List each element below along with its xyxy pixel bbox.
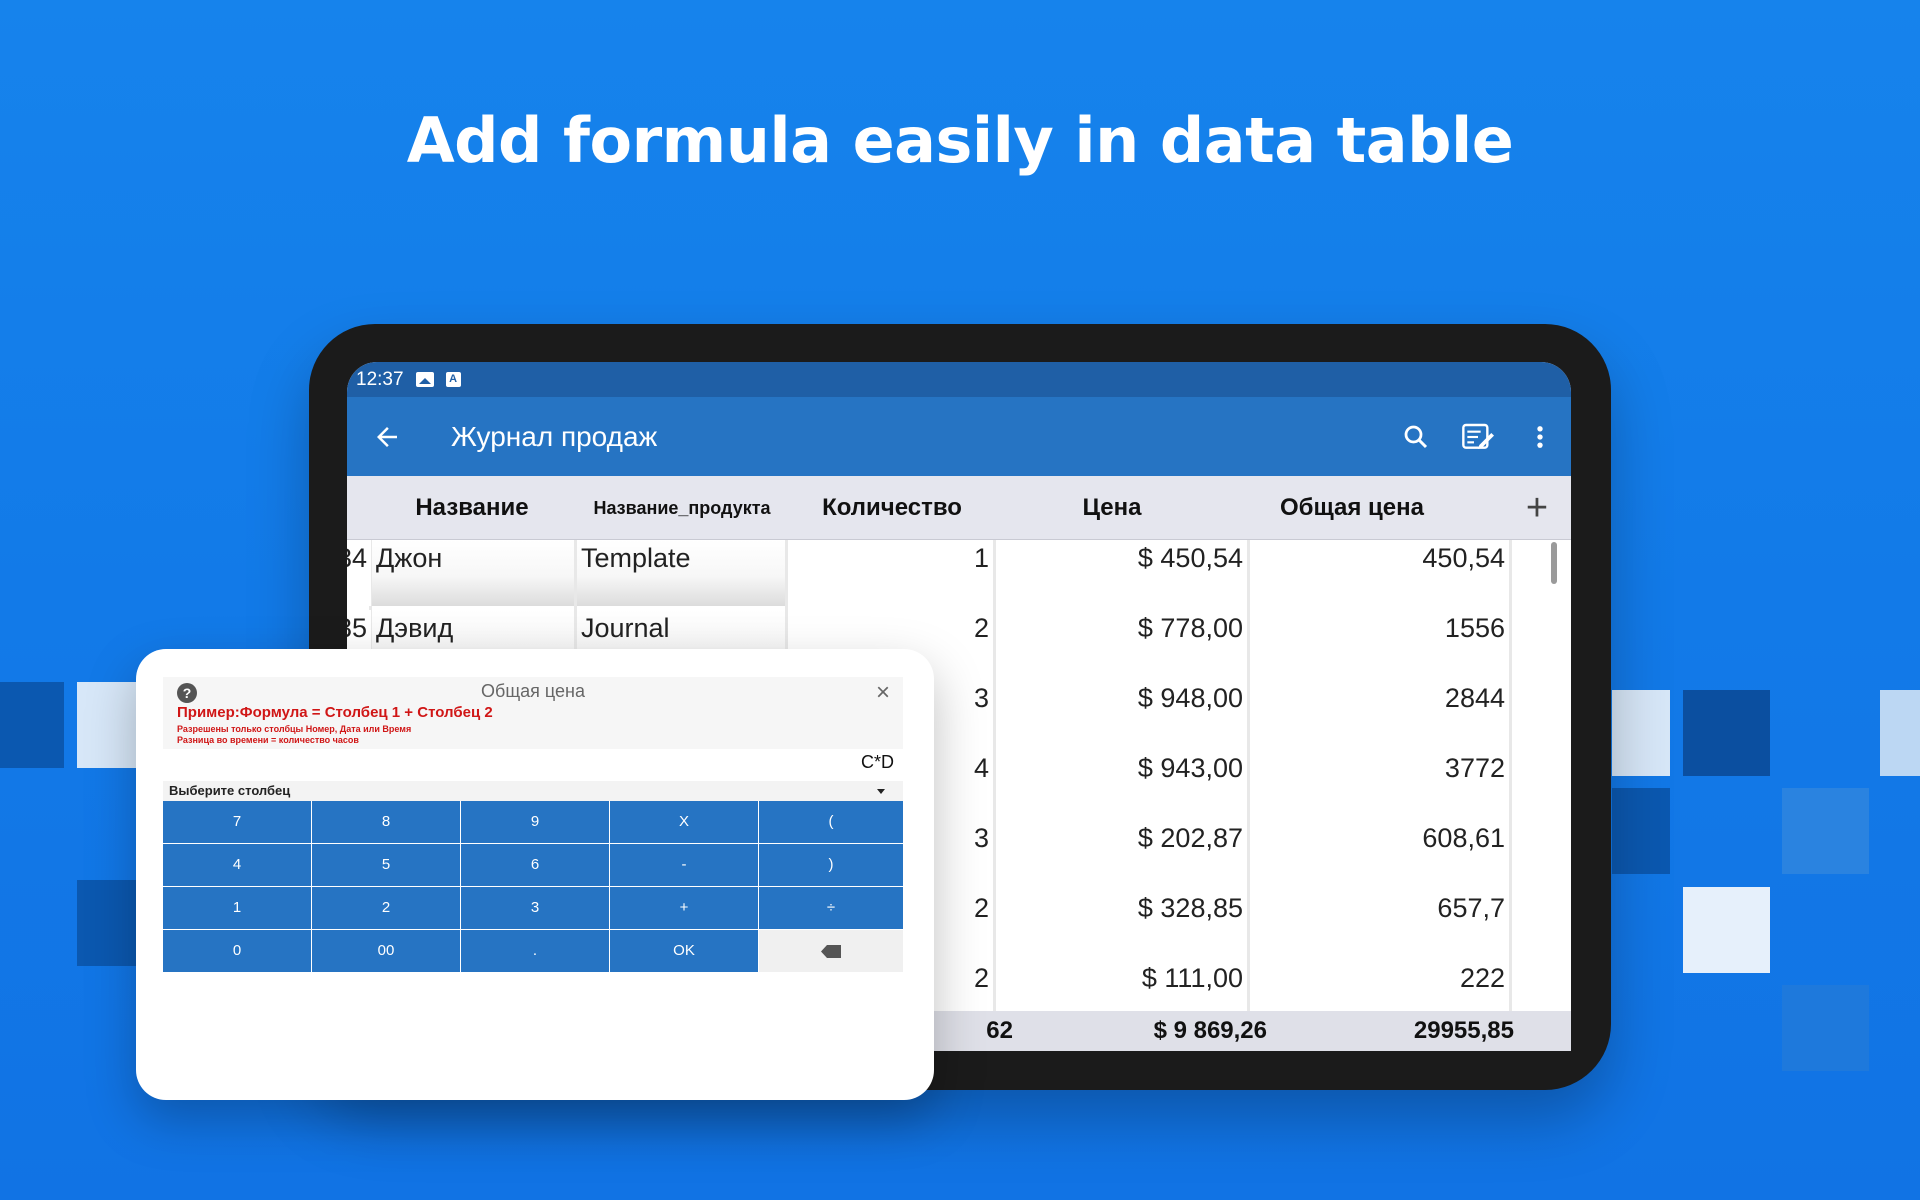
key-0[interactable]: 0: [163, 930, 311, 972]
price-cell[interactable]: $ 111,00: [996, 960, 1247, 1011]
column-header[interactable]: Название: [367, 476, 577, 540]
key-2[interactable]: 2: [312, 887, 460, 929]
total-cell[interactable]: 3772: [1250, 750, 1509, 816]
formula-example: Пример:Формула = Столбец 1 + Столбец 2: [177, 704, 493, 721]
decor-square: [0, 682, 64, 768]
key-close-paren[interactable]: ): [759, 844, 903, 886]
decor-square: [77, 880, 137, 966]
decor-square: [1683, 887, 1770, 973]
table-row[interactable]: 34 Джон Template 1 $ 450,54 450,54: [347, 540, 1571, 610]
column-header[interactable]: Цена: [1007, 476, 1217, 540]
headline: Add formula easily in data table: [406, 104, 1514, 177]
formula-note: Разница во времени = количество часов: [177, 735, 359, 745]
help-icon[interactable]: ?: [177, 683, 197, 703]
key-decimal[interactable]: .: [461, 930, 609, 972]
price-cell[interactable]: $ 450,54: [996, 540, 1247, 606]
dialog-header: Общая цена ? × Пример:Формула = Столбец …: [163, 677, 903, 749]
total-cell[interactable]: 450,54: [1250, 540, 1509, 606]
price-cell[interactable]: $ 778,00: [996, 610, 1247, 676]
qty-cell[interactable]: 1: [788, 540, 993, 606]
keypad: 7 8 9 X ( 4 5 6 - ) 1 2 3 + ÷ 0 00 . OK: [163, 801, 903, 973]
price-cell[interactable]: $ 943,00: [996, 750, 1247, 816]
price-cell[interactable]: $ 328,85: [996, 890, 1247, 956]
total-cell[interactable]: 2844: [1250, 680, 1509, 746]
column-header[interactable]: Название_продукта: [577, 476, 787, 540]
column-header-row: Название Название_продукта Количество Це…: [347, 476, 1571, 540]
status-bar: 12:37 A: [347, 362, 1571, 397]
image-icon: [415, 372, 434, 387]
key-divide[interactable]: ÷: [759, 887, 903, 929]
app-title: Журнал продаж: [451, 420, 658, 452]
scrollbar[interactable]: [1551, 542, 1557, 584]
price-cell[interactable]: $ 948,00: [996, 680, 1247, 746]
total-price: $ 9 869,26: [1153, 1017, 1267, 1044]
app-bar: Журнал продаж: [347, 397, 1571, 476]
key-minus[interactable]: -: [610, 844, 758, 886]
column-header[interactable]: Количество: [787, 476, 997, 540]
key-multiply[interactable]: X: [610, 801, 758, 843]
key-5[interactable]: 5: [312, 844, 460, 886]
key-6[interactable]: 6: [461, 844, 609, 886]
decor-square: [1782, 985, 1869, 1071]
key-00[interactable]: 00: [312, 930, 460, 972]
key-plus[interactable]: +: [610, 887, 758, 929]
key-7[interactable]: 7: [163, 801, 311, 843]
more-vert-icon[interactable]: [1509, 397, 1571, 476]
total-cell[interactable]: 222: [1250, 960, 1509, 1011]
formula-input[interactable]: C*D: [861, 752, 894, 773]
dropdown-arrow-icon: [877, 789, 885, 794]
decor-square: [1683, 690, 1770, 776]
edit-note-icon[interactable]: [1447, 397, 1509, 476]
close-icon[interactable]: ×: [871, 679, 895, 707]
key-8[interactable]: 8: [312, 801, 460, 843]
formula-note: Разрешены только столбцы Номер, Дата или…: [177, 724, 412, 734]
dialog-title: Общая цена: [481, 681, 585, 701]
status-time: 12:37: [356, 368, 404, 390]
key-1[interactable]: 1: [163, 887, 311, 929]
total-cell[interactable]: 1556: [1250, 610, 1509, 676]
key-open-paren[interactable]: (: [759, 801, 903, 843]
ok-button[interactable]: OK: [610, 930, 758, 972]
column-select-label: Выберите столбец: [169, 783, 291, 798]
row-number: 34: [347, 540, 371, 606]
decor-square: [77, 682, 137, 768]
key-4[interactable]: 4: [163, 844, 311, 886]
total-cell[interactable]: 657,7: [1250, 890, 1509, 956]
search-icon[interactable]: [1385, 397, 1447, 476]
backspace-button[interactable]: [759, 930, 903, 972]
a-icon: A: [445, 372, 461, 387]
decor-square: [1612, 690, 1670, 776]
back-arrow-icon[interactable]: [347, 397, 427, 476]
decor-square: [1612, 788, 1670, 874]
formula-dialog: Общая цена ? × Пример:Формула = Столбец …: [136, 649, 934, 1100]
decor-square: [1880, 690, 1920, 776]
key-3[interactable]: 3: [461, 887, 609, 929]
backspace-icon: [821, 945, 841, 958]
name-cell[interactable]: Джон: [372, 540, 574, 606]
key-9[interactable]: 9: [461, 801, 609, 843]
decor-square: [1782, 788, 1869, 874]
add-column-button[interactable]: +: [1517, 486, 1557, 530]
total-cell[interactable]: 608,61: [1250, 820, 1509, 886]
column-select[interactable]: Выберите столбец: [163, 781, 903, 801]
product-cell[interactable]: Template: [577, 540, 785, 606]
price-cell[interactable]: $ 202,87: [996, 820, 1247, 886]
total-sum: 29955,85: [1413, 1017, 1514, 1044]
column-header[interactable]: Общая цена: [1237, 476, 1467, 540]
